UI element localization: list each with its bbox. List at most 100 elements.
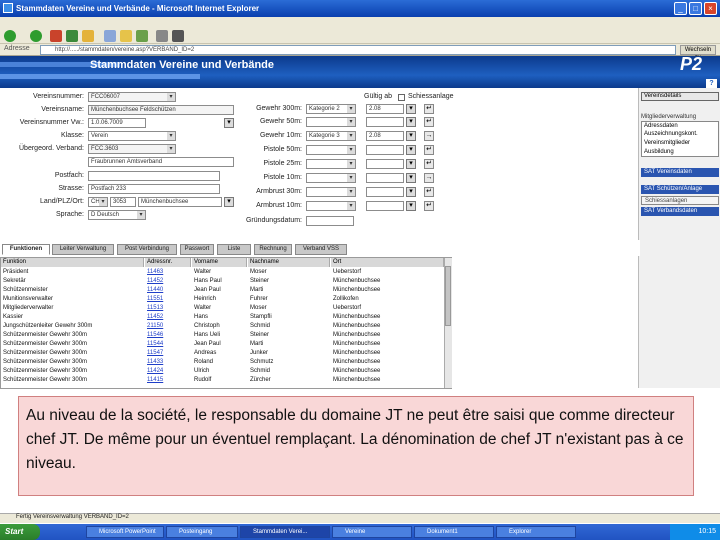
tab-liste[interactable]: Liste bbox=[217, 244, 251, 255]
gueltig-ab-field[interactable] bbox=[366, 117, 404, 127]
arrow-button[interactable]: ↵ bbox=[424, 187, 434, 197]
founding-date-field[interactable] bbox=[306, 216, 354, 226]
sprache-select[interactable]: D Deutsch bbox=[88, 210, 146, 220]
side-list-item[interactable]: Ausbildung bbox=[641, 148, 719, 157]
gueltig-ab-field[interactable]: 2.08 bbox=[366, 104, 404, 114]
minimize-button[interactable]: _ bbox=[674, 2, 687, 15]
date-picker-button[interactable]: ▾ bbox=[406, 159, 416, 169]
column-header[interactable]: Funktion bbox=[1, 258, 144, 267]
arrow-button[interactable]: → bbox=[424, 173, 434, 183]
plz-field[interactable]: 3053 bbox=[110, 197, 136, 207]
kategorie-select[interactable] bbox=[306, 117, 356, 127]
mail-icon[interactable] bbox=[156, 30, 168, 42]
gueltig-ab-field[interactable] bbox=[366, 187, 404, 197]
address-number-link[interactable]: 11452 bbox=[145, 277, 191, 286]
kategorie-select[interactable] bbox=[306, 145, 356, 155]
kategorie-select[interactable]: Kategorie 3 bbox=[306, 131, 356, 141]
arrow-button[interactable]: ↵ bbox=[424, 104, 434, 114]
date-picker-button[interactable]: ▾ bbox=[406, 201, 416, 211]
taskbar-item[interactable]: Posteingang bbox=[166, 526, 238, 538]
arrow-button[interactable]: ↵ bbox=[424, 159, 434, 169]
ort-field[interactable]: Münchenbuchsee bbox=[138, 197, 222, 207]
help-button[interactable]: ? bbox=[706, 79, 717, 88]
ort-lookup-button[interactable]: ▾ bbox=[224, 197, 234, 207]
tab-leiter-verwaltung[interactable]: Leiter Verwaltung bbox=[52, 244, 114, 255]
column-header[interactable]: Nachname bbox=[248, 258, 330, 267]
home-icon[interactable] bbox=[82, 30, 94, 42]
address-number-link[interactable]: 11433 bbox=[145, 358, 191, 367]
address-number-link[interactable]: 11551 bbox=[145, 295, 191, 304]
print-icon[interactable] bbox=[172, 30, 184, 42]
verband-select[interactable]: FCC.3603 bbox=[88, 144, 176, 154]
strasse-field[interactable]: Postfach 233 bbox=[88, 184, 220, 194]
vereinsnummer-vw-field[interactable]: 1.0.06.7009 bbox=[88, 118, 146, 128]
arrow-button[interactable]: ↵ bbox=[424, 145, 434, 155]
side-list-item[interactable]: Auszeichnungskont. bbox=[641, 130, 719, 139]
address-number-link[interactable]: 11544 bbox=[145, 340, 191, 349]
vereinsnummer-field[interactable]: FCC06007 bbox=[88, 92, 176, 102]
kategorie-select[interactable] bbox=[306, 159, 356, 169]
start-button[interactable]: Start bbox=[0, 524, 40, 540]
tab-passwort[interactable]: Passwort bbox=[180, 244, 214, 255]
tab-rechnung[interactable]: Rechnung bbox=[254, 244, 292, 255]
back-icon[interactable] bbox=[4, 30, 16, 42]
date-picker-button[interactable]: ▾ bbox=[406, 187, 416, 197]
stop-icon[interactable] bbox=[50, 30, 62, 42]
close-button[interactable]: × bbox=[704, 2, 717, 15]
address-number-link[interactable]: 11415 bbox=[145, 376, 191, 385]
address-number-link[interactable]: 11547 bbox=[145, 349, 191, 358]
verband-name-field[interactable]: Fraubrunnen Amtsverband bbox=[88, 157, 234, 167]
arrow-button[interactable]: ↵ bbox=[424, 201, 434, 211]
tab-post-verbindung[interactable]: Post Verbindung bbox=[117, 244, 177, 255]
address-number-link[interactable]: 11513 bbox=[145, 304, 191, 313]
maximize-button[interactable]: □ bbox=[689, 2, 702, 15]
gueltig-ab-field[interactable] bbox=[366, 173, 404, 183]
taskbar-item[interactable]: Dokument1 bbox=[414, 526, 494, 538]
date-picker-button[interactable]: ▾ bbox=[406, 117, 416, 127]
gueltig-ab-field[interactable]: 2.08 bbox=[366, 131, 404, 141]
taskbar-item[interactable]: Stammdaten Verei... bbox=[240, 526, 330, 538]
gueltig-ab-field[interactable] bbox=[366, 145, 404, 155]
taskbar-item[interactable]: Explorer bbox=[496, 526, 576, 538]
arrow-button[interactable]: → bbox=[424, 131, 434, 141]
address-number-link[interactable]: 11424 bbox=[145, 367, 191, 376]
address-input[interactable]: http://...../stammdaten/vereine.asp?VERB… bbox=[40, 45, 676, 55]
vereinsname-field[interactable]: Münchenbuchsee Feldschützen bbox=[88, 105, 234, 115]
sat-schuetzen-button[interactable]: SAT Schützen/Anlage bbox=[641, 185, 719, 194]
schiessanlage-checkbox[interactable] bbox=[398, 94, 405, 101]
gueltig-ab-field[interactable] bbox=[366, 159, 404, 169]
date-picker-button[interactable]: ▾ bbox=[406, 173, 416, 183]
kategorie-select[interactable] bbox=[306, 187, 356, 197]
search-icon[interactable] bbox=[104, 30, 116, 42]
date-picker-button[interactable]: ▾ bbox=[406, 104, 416, 114]
refresh-icon[interactable] bbox=[66, 30, 78, 42]
postfach-field[interactable] bbox=[88, 171, 220, 181]
kategorie-select[interactable]: Kategorie 2 bbox=[306, 104, 356, 114]
favorites-icon[interactable] bbox=[120, 30, 132, 42]
scrollbar-thumb[interactable] bbox=[445, 266, 451, 326]
taskbar-item[interactable]: Vereine bbox=[332, 526, 412, 538]
address-number-link[interactable]: 11452 bbox=[145, 313, 191, 322]
tab-funktionen[interactable]: Funktionen bbox=[2, 244, 50, 255]
taskbar-item[interactable]: Microsoft PowerPoint bbox=[86, 526, 164, 538]
klasse-select[interactable]: Verein bbox=[88, 131, 176, 141]
side-list-item[interactable]: Adressdaten bbox=[641, 121, 719, 130]
date-picker-button[interactable]: ▾ bbox=[406, 145, 416, 155]
address-number-link[interactable]: 21150 bbox=[145, 322, 191, 331]
forward-icon[interactable] bbox=[30, 30, 42, 42]
land-select[interactable]: CH bbox=[88, 197, 108, 207]
column-header[interactable]: Ort bbox=[331, 258, 444, 267]
schiessanlagen-button[interactable]: Schiessanlagen bbox=[641, 196, 719, 205]
tab-verband-vss[interactable]: Verband VSS bbox=[295, 244, 347, 255]
kategorie-select[interactable] bbox=[306, 201, 356, 211]
arrow-button[interactable]: ↵ bbox=[424, 117, 434, 127]
column-header[interactable]: Adressnr. bbox=[145, 258, 191, 267]
address-number-link[interactable]: 11440 bbox=[145, 286, 191, 295]
sat-vereinsdaten-button[interactable]: SAT Vereinsdaten bbox=[641, 168, 719, 177]
vereinsdetails-button[interactable]: Vereinsdetails bbox=[641, 92, 719, 101]
address-number-link[interactable]: 11546 bbox=[145, 331, 191, 340]
date-picker-button[interactable]: ▾ bbox=[406, 131, 416, 141]
kategorie-select[interactable] bbox=[306, 173, 356, 183]
address-number-link[interactable]: 11463 bbox=[145, 268, 191, 277]
column-header[interactable]: Vorname bbox=[192, 258, 247, 267]
